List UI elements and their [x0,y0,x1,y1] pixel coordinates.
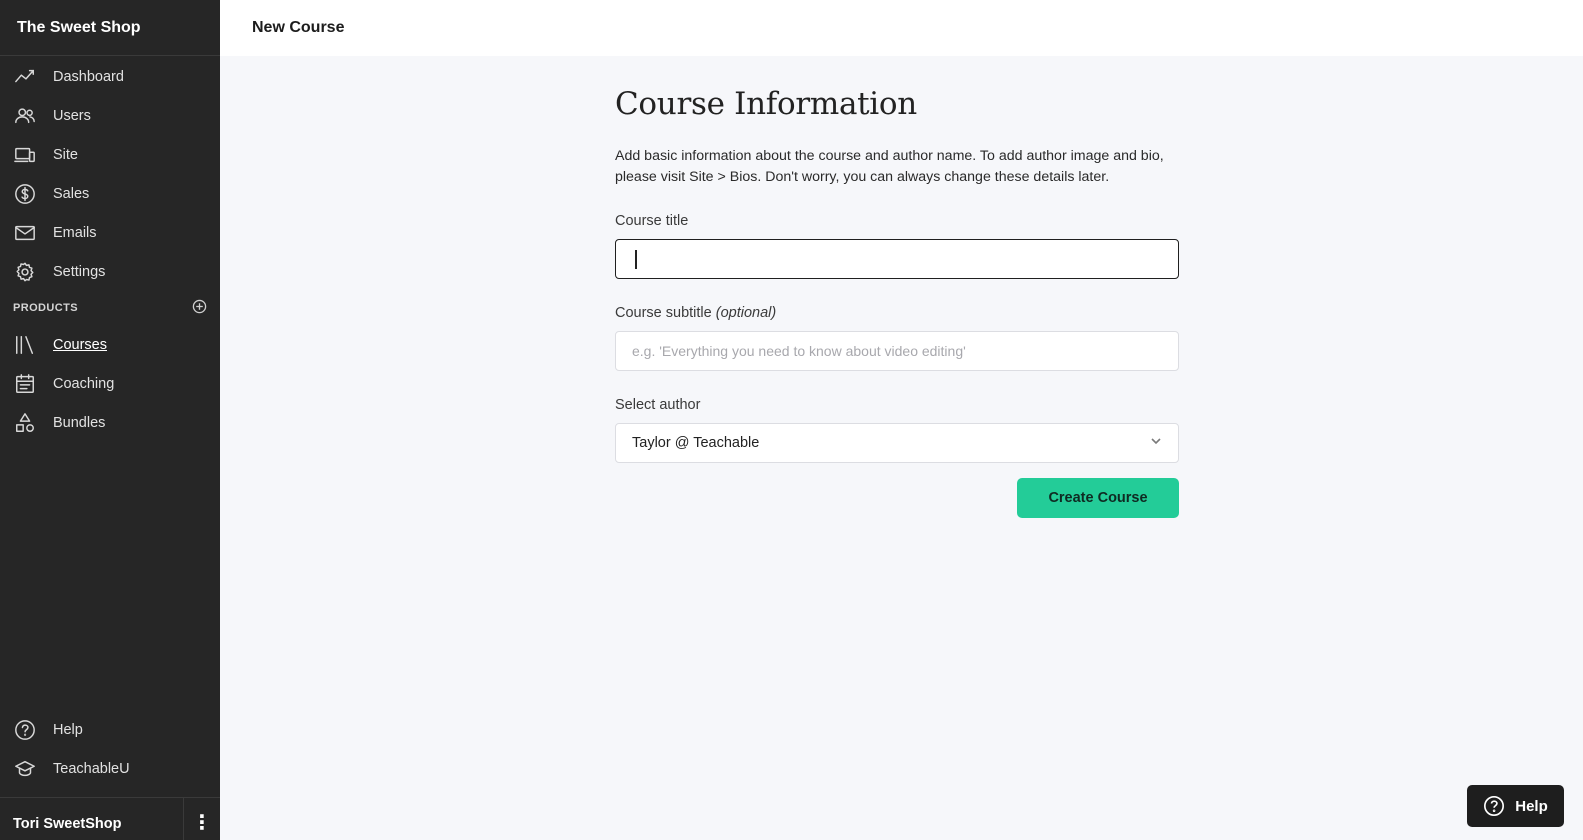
sidebar-item-label: Settings [53,263,106,280]
course-subtitle-label-text: Course subtitle [615,305,712,321]
user-name[interactable]: Tori SweetShop [0,797,184,840]
sidebar-item-coaching[interactable]: Coaching [0,364,220,403]
school-name[interactable]: The Sweet Shop [0,0,220,56]
users-icon [13,104,37,128]
form-heading: Course Information [615,86,917,122]
mail-icon [13,221,37,245]
optional-tag: (optional) [715,305,777,321]
sidebar-item-emails[interactable]: Emails [0,213,220,252]
books-icon [13,333,37,357]
sidebar-item-site[interactable]: Site [0,135,220,174]
author-select[interactable]: Taylor @ Teachable [615,423,1179,463]
create-course-button[interactable]: Create Course [1017,478,1179,518]
page-header: New Course [220,0,1583,56]
form-actions: Create Course [615,478,1179,518]
sidebar-item-label: Sales [53,185,90,202]
chevron-down-icon [1150,435,1162,451]
help-circle-icon [1484,796,1505,816]
sidebar-item-settings[interactable]: Settings [0,252,220,291]
sidebar-item-label: Courses [53,336,107,353]
help-circle-icon [13,718,37,742]
sidebar-item-label: Site [53,146,78,163]
sidebar-item-label: Help [53,721,83,738]
more-options-icon[interactable]: ⋮ [184,798,220,840]
form-description: Add basic information about the course a… [615,148,1164,185]
help-widget-label: Help [1515,797,1548,815]
course-subtitle-input[interactable]: e.g. 'Everything you need to know about … [615,331,1179,371]
course-subtitle-label: Course subtitle (optional) [615,305,1179,321]
gear-icon [13,260,37,284]
main-nav: Dashboard Users Site Sales Emails Settin… [0,57,220,291]
author-selected-value: Taylor @ Teachable [632,435,760,451]
course-subtitle-placeholder: e.g. 'Everything you need to know about … [632,343,966,359]
sidebar-item-teachableu[interactable]: TeachableU [0,749,220,788]
sidebar-item-help[interactable]: Help [0,710,220,749]
sidebar-item-users[interactable]: Users [0,96,220,135]
help-widget-button[interactable]: Help [1467,785,1564,827]
dashboard-chart-icon [13,65,37,89]
sidebar-item-bundles[interactable]: Bundles [0,403,220,442]
sidebar-item-label: Users [53,107,91,124]
course-title-label: Course title [615,213,689,229]
dollar-icon [13,182,37,206]
sidebar-item-courses[interactable]: Courses [0,325,220,364]
course-information-form: Course Information Add basic information… [615,56,1179,518]
sidebar-item-label: Coaching [53,375,115,392]
user-account-bar: Tori SweetShop ⋮ [0,797,220,840]
graduation-cap-icon [13,757,37,781]
text-cursor [635,249,637,269]
calendar-icon [13,372,37,396]
page-title: New Course [252,19,345,36]
sidebar-item-label: Bundles [53,414,106,431]
site-devices-icon [13,143,37,167]
sidebar: The Sweet Shop Dashboard Users Site Sale… [0,0,220,840]
add-product-icon[interactable] [192,299,207,317]
sidebar-item-label: Emails [53,224,97,241]
products-section-header: PRODUCTS [0,291,220,325]
bottom-nav: Help TeachableU [0,710,220,788]
sidebar-item-label: Dashboard [53,68,124,85]
sidebar-item-sales[interactable]: Sales [0,174,220,213]
course-title-input[interactable] [615,239,1179,279]
sidebar-item-label: TeachableU [53,760,130,777]
products-header-label: PRODUCTS [13,302,78,314]
shapes-icon [13,411,37,435]
sidebar-item-dashboard[interactable]: Dashboard [0,57,220,96]
products-nav: Courses Coaching Bundles [0,325,220,442]
select-author-label: Select author [615,397,701,413]
